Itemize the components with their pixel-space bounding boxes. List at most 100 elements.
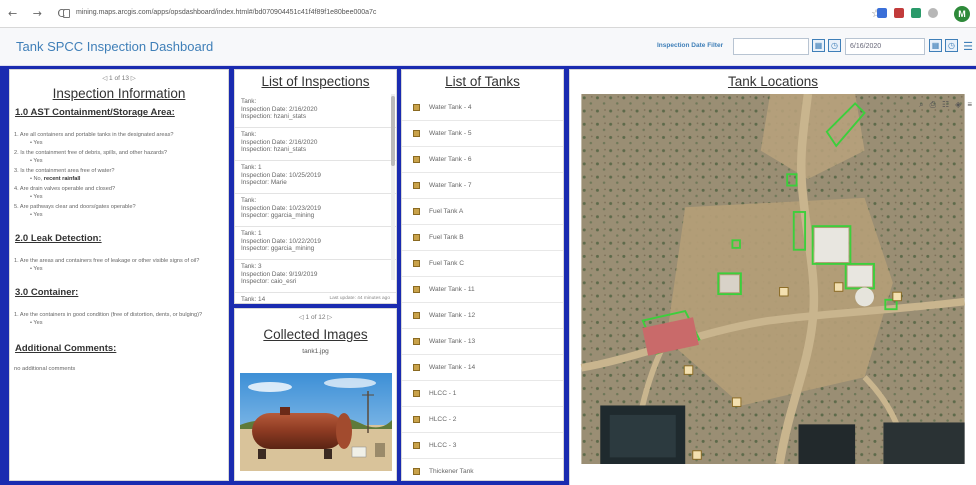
tank-icon [413, 182, 420, 189]
section-title: 2.0 Leak Detection: [15, 233, 102, 244]
date-filter-label: Inspection Date Filter [657, 42, 724, 49]
list-item[interactable]: Water Tank - 5 [402, 121, 563, 147]
tank-icon [413, 338, 420, 345]
list-item[interactable]: HLCC - 1 [402, 381, 563, 407]
dashboard-header: Tank SPCC Inspection Dashboard Inspectio… [0, 28, 976, 66]
tanks-panel: List of Tanks Water Tank - 4 Water Tank … [401, 69, 564, 481]
question: 2. Is the containment free of debris, sp… [14, 150, 167, 156]
inspections-panel: List of Inspections Tank: Inspection Date… [234, 69, 397, 304]
layers-icon[interactable]: ◈ [955, 100, 961, 110]
section-title: 3.0 Container: [15, 287, 79, 298]
dashboard-title: Tank SPCC Inspection Dashboard [16, 39, 214, 54]
tank-icon [413, 156, 420, 163]
map-heading: Tank Locations [727, 74, 819, 89]
clock-icon[interactable]: ◷ [828, 39, 841, 52]
date-to-field[interactable]: 6/16/2020 [845, 38, 925, 55]
inspections-list[interactable]: Tank: Inspection Date: 2/16/2020 Inspectio… [235, 95, 396, 303]
inspection-info-panel: ◁ 1 of 13 ▷ Inspection Information 1.0 A… [9, 69, 229, 481]
tank-icon [413, 130, 420, 137]
question: 4. Are drain valves operable and closed? [14, 186, 116, 192]
images-pager[interactable]: ◁ 1 of 12 ▷ [235, 313, 396, 321]
list-item[interactable]: Tank: 1 Inspection Date: 10/25/2019 Inspec… [235, 161, 396, 194]
list-item[interactable]: Water Tank - 14 [402, 355, 563, 381]
map-toolbar: ⌕ ⎙ ☷ ◈ ≡ [919, 100, 972, 110]
answer: • No, recent rainfall [30, 176, 81, 182]
images-heading: Collected Images [263, 327, 368, 342]
list-item[interactable]: Tank: Inspection Date: 2/16/2020 Inspectio… [235, 128, 396, 161]
tank-icon [413, 468, 420, 475]
list-item[interactable]: HLCC - 3 [402, 433, 563, 459]
list-item[interactable]: Water Tank - 13 [402, 329, 563, 355]
list-item[interactable]: HLCC - 2 [402, 407, 563, 433]
image-filename: tank1.jpg [302, 348, 329, 355]
extension-icons [877, 8, 938, 18]
lock-icon [63, 9, 70, 18]
question: 5. Are pathways clear and doors/gates op… [14, 204, 136, 210]
calendar-icon[interactable]: ▦ [812, 39, 825, 52]
question: 1. Are the areas and containers free of … [14, 258, 200, 264]
map-panel: Tank Locations ⌕ ⎙ ☷ ◈ ≡ [569, 69, 976, 485]
tank-icon [413, 312, 420, 319]
menu-icon[interactable]: ≡ [967, 100, 972, 110]
answer: • Yes [30, 140, 43, 146]
list-item[interactable]: Fuel Tank C [402, 251, 563, 277]
extension-icon[interactable] [894, 8, 904, 18]
tank-icon [413, 416, 420, 423]
satellite-map[interactable] [570, 94, 976, 464]
question: 3. Is the containment area free of water… [14, 168, 115, 174]
extension-icon[interactable] [911, 8, 921, 18]
list-item[interactable]: Fuel Tank B [402, 225, 563, 251]
tank-icon [413, 234, 420, 241]
list-item[interactable]: Tank: Inspection Date: 10/23/2019 Inspecto… [235, 194, 396, 227]
list-item[interactable]: Water Tank - 6 [402, 147, 563, 173]
list-item[interactable]: Water Tank - 12 [402, 303, 563, 329]
question: 1. Are the containers in good condition … [14, 312, 203, 318]
clock-icon[interactable]: ◷ [945, 39, 958, 52]
list-item[interactable]: Water Tank - 11 [402, 277, 563, 303]
search-icon[interactable]: ⌕ [919, 100, 923, 110]
list-item[interactable]: Water Tank - 7 [402, 173, 563, 199]
list-item[interactable]: Water Tank - 4 [402, 95, 563, 121]
bookmark-icon[interactable]: ⎙ [930, 100, 936, 110]
info-heading: Inspection Information [52, 86, 186, 101]
images-panel: ◁ 1 of 12 ▷ Collected Images tank1.jpg [234, 308, 397, 481]
list-item[interactable]: Fuel Tank A [402, 199, 563, 225]
tank-icon [413, 364, 420, 371]
calendar-icon[interactable]: ▦ [929, 39, 942, 52]
answer: • Yes [30, 158, 43, 164]
answer: • Yes [30, 320, 43, 326]
tank-icon [413, 286, 420, 293]
question: 1. Are all containers and portable tanks… [14, 132, 174, 138]
inspections-heading: List of Inspections [261, 74, 370, 89]
comments-title: Additional Comments: [15, 343, 117, 354]
list-icon[interactable]: ☷ [942, 100, 949, 110]
tank-icon [413, 260, 420, 267]
tanks-heading: List of Tanks [445, 74, 520, 89]
info-pager[interactable]: ◁ 1 of 13 ▷ [10, 74, 228, 82]
profile-avatar[interactable]: M [954, 6, 970, 22]
list-item[interactable]: Tank: 3 Inspection Date: 9/19/2019 Inspect… [235, 260, 396, 293]
extension-icon[interactable] [877, 8, 887, 18]
answer: • Yes [30, 266, 43, 272]
extension-icon[interactable] [928, 8, 938, 18]
last-update-text: Last update: 44 minutes ago [329, 296, 390, 301]
list-item[interactable]: Tank: 1 Inspection Date: 10/22/2019 Inspec… [235, 227, 396, 260]
tanks-list[interactable]: Water Tank - 4 Water Tank - 5 Water Tank… [402, 95, 563, 480]
list-item[interactable]: Tank: Inspection Date: 2/16/2020 Inspectio… [235, 95, 396, 128]
list-item[interactable]: Thickener Tank [402, 459, 563, 480]
comments-text: no additional comments [14, 366, 76, 372]
address-bar[interactable]: mining.maps.arcgis.com/apps/opsdashboard… [76, 9, 376, 16]
browser-nav-buttons[interactable]: ← → C [8, 7, 71, 20]
date-from-field[interactable] [733, 38, 809, 55]
browser-toolbar: ← → C mining.maps.arcgis.com/apps/opsdas… [0, 0, 976, 28]
tank-icon [413, 104, 420, 111]
tank-icon [413, 390, 420, 397]
tank-icon [413, 442, 420, 449]
scrollbar-thumb[interactable] [391, 96, 395, 166]
answer: • Yes [30, 212, 43, 218]
tank-icon [413, 208, 420, 215]
tank-photo[interactable] [240, 373, 392, 471]
section-title: 1.0 AST Containment/Storage Area: [15, 107, 175, 118]
menu-icon[interactable]: ☰ [963, 40, 973, 53]
answer: • Yes [30, 194, 43, 200]
